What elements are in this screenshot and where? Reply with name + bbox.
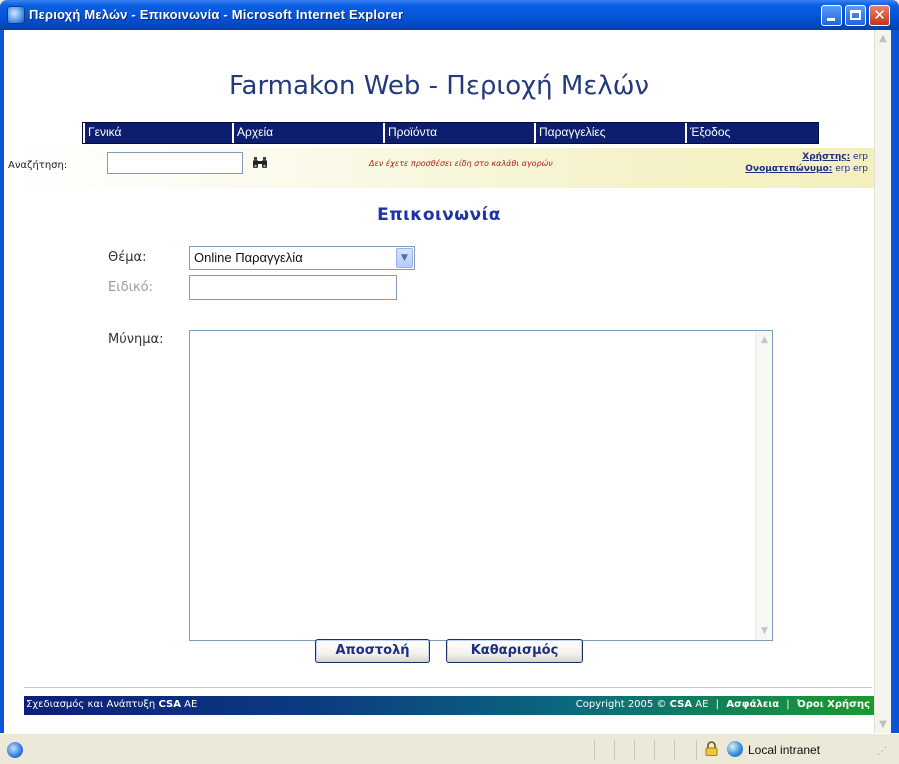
copyright-text: Copyright 2005 © [575, 699, 667, 710]
send-button[interactable]: Αποστολή [315, 639, 430, 663]
window-title: Περιοχή Μελών - Επικοινωνία - Microsoft … [29, 7, 404, 22]
user-info: Χρήστης: erp Ονοματεπώνυμο: erp erp [745, 151, 868, 175]
security-link[interactable]: Ασφάλεια [726, 699, 779, 710]
search-input[interactable] [107, 152, 243, 174]
footer-design-credit: Σχεδιασμός και Ανάπτυξη CSA AE [26, 699, 197, 710]
browser-window: Περιοχή Μελών - Επικοινωνία - Microsoft … [0, 0, 899, 764]
scroll-down-icon[interactable]: ▼ [875, 716, 891, 733]
search-label: Αναζήτηση: [8, 160, 68, 171]
footer-divider [24, 687, 872, 688]
message-label: Μύνημα: [108, 332, 164, 347]
scroll-down-icon[interactable]: ▼ [757, 623, 772, 639]
subject-select[interactable]: Online Παραγγελία ▼ [189, 246, 415, 270]
cart-status-message: Δεν έχετε προσθέσει είδη στο καλάθι αγορ… [369, 159, 553, 168]
status-cell [674, 740, 696, 760]
intranet-globe-icon [727, 741, 743, 757]
close-icon: ✕ [873, 6, 886, 24]
nav-item-orders[interactable]: Παραγγελίες [534, 123, 685, 143]
maximize-icon [850, 10, 861, 20]
clear-button[interactable]: Καθαρισμός [446, 639, 583, 663]
footer-separator: | [715, 699, 720, 710]
user-label[interactable]: Χρήστης: [802, 152, 850, 162]
resize-grip-icon[interactable]: ⋰ [877, 746, 887, 757]
message-textarea[interactable]: ▲ ▼ [189, 330, 773, 641]
message-scrollbar[interactable]: ▲ ▼ [755, 331, 772, 640]
design-suffix: AE [184, 699, 198, 710]
design-text: Σχεδιασμός και Ανάπτυξη [26, 699, 156, 710]
terms-link[interactable]: Όροι Χρήσης [797, 699, 870, 710]
security-zone-label: Local intranet [748, 743, 821, 757]
minimize-icon [827, 18, 835, 21]
status-cell [634, 740, 654, 760]
scroll-up-icon[interactable]: ▲ [875, 30, 891, 47]
subject-label: Θέμα: [108, 250, 147, 265]
fullname-label[interactable]: Ονοματεπώνυμο: [745, 164, 832, 174]
minimize-button[interactable] [821, 5, 842, 26]
maximize-button[interactable] [845, 5, 866, 26]
fullname-value: erp erp [835, 164, 868, 174]
status-cell [594, 740, 614, 760]
subject-selected-value: Online Παραγγελία [194, 250, 303, 265]
status-bar: Local intranet ⋰ [0, 733, 899, 764]
design-company: CSA [158, 699, 181, 710]
copyright-suffix: AE [695, 699, 709, 710]
user-value: erp [853, 152, 868, 162]
binoculars-icon[interactable] [252, 157, 268, 169]
footer-separator: | [786, 699, 790, 710]
copyright-company: CSA [669, 699, 693, 710]
nav-item-files[interactable]: Αρχεία [232, 123, 383, 143]
search-bar: Αναζήτηση: Δεν έχετε προσθέσει είδη στο … [4, 148, 874, 188]
page-heading: Επικοινωνία [377, 205, 501, 225]
close-button[interactable]: ✕ [869, 5, 890, 26]
footer-links: Copyright 2005 © CSA AE | Ασφάλεια | Όρο… [576, 699, 870, 710]
specific-input[interactable] [189, 275, 397, 300]
scroll-up-icon[interactable]: ▲ [757, 332, 772, 348]
nav-item-general[interactable]: Γενικά [83, 123, 232, 143]
footer-bar: Σχεδιασμός και Ανάπτυξη CSA AE Copyright… [24, 696, 874, 715]
ie-page-icon [7, 6, 25, 24]
chevron-down-icon[interactable]: ▼ [396, 248, 413, 268]
page-scrollbar[interactable]: ▲ ▼ [874, 30, 891, 733]
ie-page-icon [7, 742, 23, 758]
main-nav: Γενικά Αρχεία Προϊόντα Παραγγελίες Έξοδο… [82, 122, 819, 144]
nav-item-products[interactable]: Προϊόντα [383, 123, 534, 143]
page-content: Farmakon Web - Περιοχή Μελών Γενικά Αρχε… [4, 30, 874, 733]
nav-item-exit[interactable]: Έξοδος [685, 123, 818, 143]
status-cell [614, 740, 634, 760]
specific-label: Ειδικό: [108, 280, 153, 295]
site-title: Farmakon Web - Περιοχή Μελών [228, 71, 650, 101]
window-right-border [891, 30, 899, 763]
lock-icon [705, 741, 718, 756]
title-bar[interactable]: Περιοχή Μελών - Επικοινωνία - Microsoft … [0, 0, 899, 30]
status-cell [654, 740, 674, 760]
